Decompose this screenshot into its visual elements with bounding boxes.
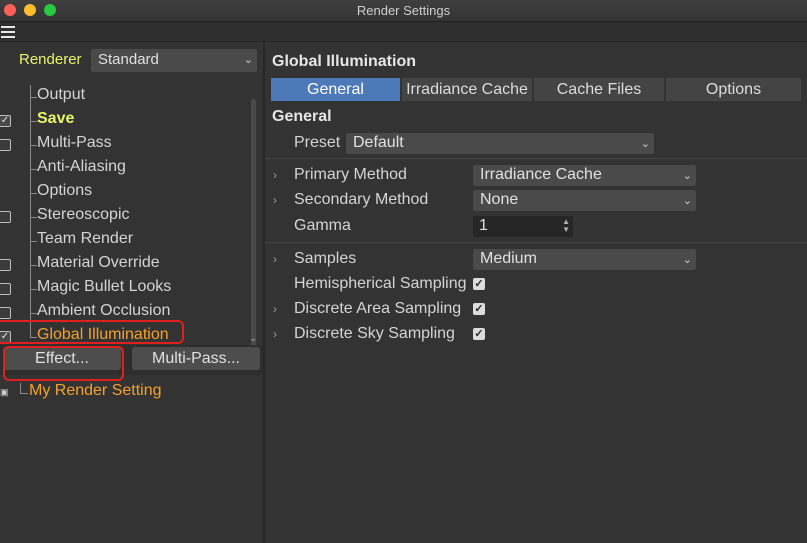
primary-method-value: Irradiance Cache bbox=[480, 166, 602, 183]
tree-line bbox=[20, 383, 28, 394]
settings-sidebar: Renderer Standard ⌄ Output ✓ Save Multi-Pas… bbox=[0, 42, 263, 543]
enable-checkbox[interactable]: ✓ bbox=[0, 115, 11, 127]
enable-checkbox[interactable] bbox=[0, 211, 11, 223]
renderer-select[interactable]: Standard ⌄ bbox=[91, 49, 257, 72]
settings-item-label: Magic Bullet Looks bbox=[37, 278, 172, 295]
primary-method-label: Primary Method bbox=[294, 166, 407, 183]
settings-item-label: Output bbox=[37, 86, 86, 103]
secondary-method-dropdown[interactable]: None ⌄ bbox=[473, 190, 696, 211]
preset-dropdown[interactable]: Default ⌄ bbox=[346, 133, 654, 154]
tree-line bbox=[30, 229, 37, 242]
hemispherical-sampling-label: Hemispherical Sampling bbox=[294, 275, 467, 292]
tab-cache-files[interactable]: Cache Files bbox=[534, 78, 664, 101]
preset-value: Default bbox=[353, 134, 404, 151]
settings-item-team-render[interactable]: Team Render bbox=[0, 229, 248, 253]
discrete-area-sampling-label: Discrete Area Sampling bbox=[294, 300, 462, 317]
tree-line bbox=[30, 181, 37, 194]
hamburger-menu-icon[interactable] bbox=[1, 26, 15, 41]
title-bar: Render Settings bbox=[0, 0, 807, 22]
hemispherical-sampling-checkbox[interactable]: ✓ bbox=[473, 278, 485, 290]
render-setting-item[interactable]: ▣ My Render Setting bbox=[0, 379, 263, 403]
settings-item-label: Anti-Aliasing bbox=[37, 158, 126, 175]
settings-item-label: Ambient Occlusion bbox=[37, 302, 171, 319]
tab-options[interactable]: Options bbox=[666, 78, 801, 101]
expand-primary-method-icon[interactable]: › bbox=[273, 168, 277, 182]
preset-label: Preset bbox=[294, 134, 341, 151]
secondary-method-label: Secondary Method bbox=[294, 191, 429, 208]
discrete-sky-sampling-label: Discrete Sky Sampling bbox=[294, 325, 455, 342]
section-title: General bbox=[272, 108, 332, 125]
chevron-down-icon: ⌄ bbox=[682, 195, 692, 207]
chevron-down-icon: ⌄ bbox=[243, 54, 253, 66]
scroll-down-arrow-icon[interactable]: ⌄ bbox=[249, 333, 257, 344]
tree-line bbox=[30, 205, 37, 218]
tab-bar: General Irradiance Cache Cache Files Opt… bbox=[271, 78, 801, 101]
separator bbox=[265, 158, 807, 159]
menu-bar bbox=[0, 22, 807, 42]
settings-item-anti-aliasing[interactable]: Anti-Aliasing bbox=[0, 157, 248, 181]
tab-general[interactable]: General bbox=[271, 78, 400, 101]
settings-item-save[interactable]: ✓ Save bbox=[0, 109, 248, 133]
enable-checkbox[interactable] bbox=[0, 259, 11, 271]
discrete-sky-sampling-checkbox[interactable]: ✓ bbox=[473, 328, 485, 340]
annotation-highlight-global-illumination bbox=[0, 320, 184, 344]
stepper-arrows-icon[interactable]: ▲ ▼ bbox=[562, 218, 570, 234]
samples-value: Medium bbox=[480, 250, 537, 267]
settings-item-label: Save bbox=[37, 110, 75, 127]
window-title: Render Settings bbox=[356, 3, 451, 18]
gamma-input[interactable]: 1 ▲ ▼ bbox=[473, 216, 573, 237]
settings-item-material-override[interactable]: Material Override bbox=[0, 253, 248, 277]
settings-item-label: Options bbox=[37, 182, 93, 199]
settings-item-output[interactable]: Output bbox=[0, 85, 248, 109]
renderer-label: Renderer bbox=[19, 51, 82, 68]
chevron-down-icon: ⌄ bbox=[640, 138, 650, 150]
settings-item-label: Multi-Pass bbox=[37, 134, 112, 151]
tree-line bbox=[30, 301, 37, 314]
tree-line bbox=[30, 277, 37, 290]
samples-dropdown[interactable]: Medium ⌄ bbox=[473, 249, 696, 270]
render-setting-label: My Render Setting bbox=[29, 382, 162, 399]
panel-title: Global Illumination bbox=[272, 53, 416, 70]
tree-line bbox=[30, 157, 37, 170]
render-setting-icon: ▣ bbox=[0, 387, 9, 397]
annotation-highlight-effect-button bbox=[3, 346, 124, 381]
settings-item-label: Material Override bbox=[37, 254, 160, 271]
expand-discrete-sky-sampling-icon[interactable]: › bbox=[273, 327, 277, 341]
settings-item-magic-bullet-looks[interactable]: Magic Bullet Looks bbox=[0, 277, 248, 301]
global-illumination-panel: Global Illumination General Irradiance C… bbox=[265, 42, 807, 543]
enable-checkbox[interactable] bbox=[0, 307, 11, 319]
enable-checkbox[interactable] bbox=[0, 283, 11, 295]
multi-pass-button[interactable]: Multi-Pass... bbox=[132, 347, 260, 370]
settings-item-label: Stereoscopic bbox=[37, 206, 130, 223]
renderer-select-value: Standard bbox=[98, 51, 159, 68]
samples-label: Samples bbox=[294, 250, 357, 267]
tree-line bbox=[30, 133, 37, 146]
settings-item-label: Team Render bbox=[37, 230, 134, 247]
tab-irradiance-cache[interactable]: Irradiance Cache bbox=[402, 78, 532, 101]
settings-item-stereoscopic[interactable]: Stereoscopic bbox=[0, 205, 248, 229]
expand-secondary-method-icon[interactable]: › bbox=[273, 193, 277, 207]
gamma-value: 1 bbox=[479, 217, 488, 234]
tree-line bbox=[30, 253, 37, 266]
expand-samples-icon[interactable]: › bbox=[273, 252, 277, 266]
tree-line bbox=[30, 85, 37, 98]
separator bbox=[265, 242, 807, 243]
discrete-area-sampling-checkbox[interactable]: ✓ bbox=[473, 303, 485, 315]
settings-item-multi-pass[interactable]: Multi-Pass bbox=[0, 133, 248, 157]
tree-line bbox=[30, 109, 37, 122]
primary-method-dropdown[interactable]: Irradiance Cache ⌄ bbox=[473, 165, 696, 186]
chevron-down-icon: ⌄ bbox=[682, 254, 692, 266]
settings-item-options[interactable]: Options bbox=[0, 181, 248, 205]
gamma-label: Gamma bbox=[294, 217, 351, 234]
list-scrollbar[interactable] bbox=[251, 99, 256, 369]
expand-discrete-area-sampling-icon[interactable]: › bbox=[273, 302, 277, 316]
chevron-down-icon: ⌄ bbox=[682, 170, 692, 182]
enable-checkbox[interactable] bbox=[0, 139, 11, 151]
secondary-method-value: None bbox=[480, 191, 519, 208]
